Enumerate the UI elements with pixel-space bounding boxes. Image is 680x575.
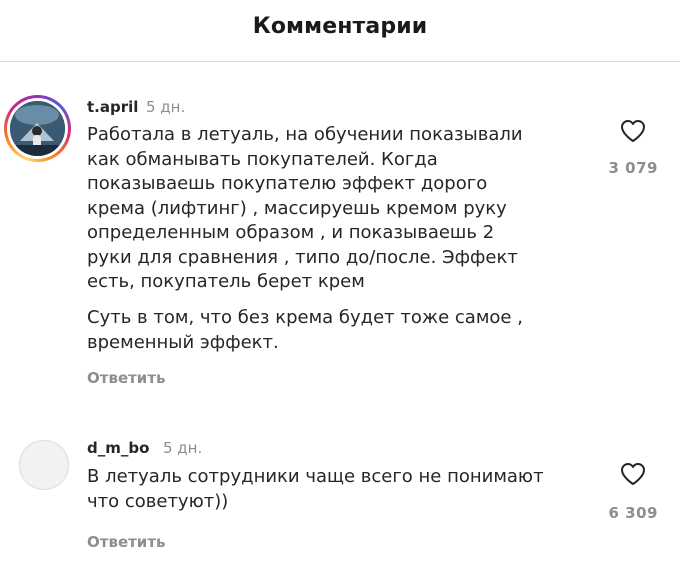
heart-outline-icon[interactable]: [620, 119, 646, 143]
username[interactable]: d_m_bo: [87, 439, 149, 457]
username[interactable]: t.april: [87, 98, 138, 116]
like-count: 6 309: [608, 504, 658, 522]
like-count: 3 079: [608, 159, 658, 177]
timestamp: 5 дн.: [163, 439, 203, 457]
avatar[interactable]: [19, 440, 69, 490]
reply-button[interactable]: Ответить: [87, 533, 166, 551]
header: Комментарии: [0, 0, 680, 62]
comment-text-paragraph: Суть в том, что без крема будет тоже сам…: [87, 307, 523, 353]
comment-text: Работала в летуаль, на обучении показыва…: [87, 124, 523, 292]
reply-button[interactable]: Ответить: [87, 369, 166, 387]
avatar-photo: [10, 101, 65, 156]
page-title: Комментарии: [252, 14, 428, 39]
heart-outline-icon[interactable]: [620, 462, 646, 486]
comment-text: В летуаль сотрудники чаще всего не поним…: [87, 466, 544, 512]
timestamp: 5 дн.: [146, 98, 186, 116]
avatar[interactable]: [4, 95, 71, 162]
